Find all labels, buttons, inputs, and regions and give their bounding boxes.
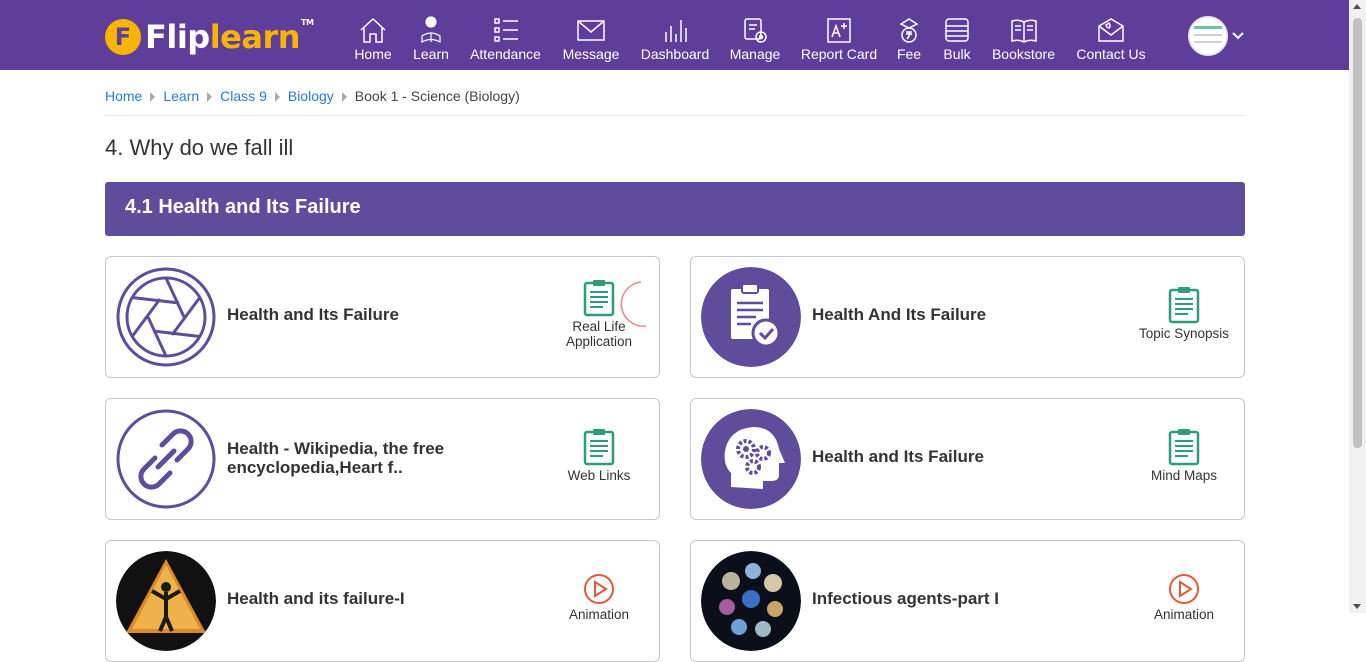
nav-message[interactable]: Message — [562, 16, 620, 66]
breadcrumb-subject[interactable]: Biology — [288, 88, 334, 104]
scroll-thumb[interactable] — [1353, 18, 1362, 448]
nav-attendance[interactable]: Attendance — [468, 16, 543, 66]
page-scrollbar[interactable] — [1349, 0, 1366, 613]
dashboard-icon — [665, 20, 687, 42]
breadcrumb-current: Book 1 - Science (Biology) — [354, 88, 520, 104]
breadcrumb-class[interactable]: Class 9 — [220, 88, 267, 104]
content-card[interactable]: Infectious agents-part I Animation — [690, 540, 1245, 662]
top-navbar: F FliplearnTM Home Learn Attendance Mess… — [0, 0, 1349, 70]
content-card[interactable]: Health and Its Failure Real Life Applica… — [105, 256, 660, 378]
bulk-icon — [945, 18, 969, 42]
card-type-badge: Animation — [1124, 573, 1244, 622]
content-card[interactable]: Health And Its Failure Topic Synopsis — [690, 256, 1245, 378]
breadcrumb: Home Learn Class 9 Biology Book 1 - Scie… — [105, 88, 1245, 116]
message-icon — [577, 20, 605, 41]
chevron-right-icon — [341, 92, 347, 102]
learn-icon — [421, 16, 441, 44]
card-title: Health and its failure-I — [227, 589, 405, 608]
play-icon — [1169, 574, 1199, 604]
microbes-image — [701, 551, 801, 651]
play-icon — [584, 574, 614, 604]
card-title: Health and Its Failure — [227, 305, 399, 324]
card-thumbnail — [116, 267, 216, 367]
nav-report-card[interactable]: Report Card — [801, 16, 877, 66]
contact-icon — [1098, 18, 1124, 42]
head-gears-icon — [701, 409, 801, 509]
section-header[interactable]: 4.1 Health and Its Failure — [105, 182, 1245, 236]
nav-learn[interactable]: Learn — [411, 16, 451, 66]
card-title: Infectious agents-part I — [812, 589, 1000, 608]
card-thumbnail — [701, 551, 801, 651]
logo-text: FliplearnTM — [145, 18, 314, 56]
scroll-down-arrow-icon[interactable] — [1353, 604, 1361, 609]
content-card[interactable]: Health and Its Failure Mind Maps — [690, 398, 1245, 520]
card-thumbnail — [116, 409, 216, 509]
pyramid-figure-image — [116, 551, 216, 651]
nav-home[interactable]: Home — [352, 16, 394, 66]
card-type-badge: Topic Synopsis — [1124, 286, 1244, 341]
card-title: Health and Its Failure — [812, 447, 984, 466]
card-title: Health - Wikipedia, the free encyclopedi… — [227, 439, 445, 477]
card-thumbnail — [701, 267, 801, 367]
card-thumbnail — [116, 551, 216, 651]
nav-dashboard[interactable]: Dashboard — [639, 16, 711, 66]
card-type-badge: Web Links — [539, 428, 659, 483]
chevron-right-icon — [207, 92, 213, 102]
card-title: Health And Its Failure — [812, 305, 987, 324]
checklist-icon — [701, 267, 801, 367]
chevron-right-icon — [150, 92, 156, 102]
clipboard-icon — [1168, 429, 1200, 466]
manage-icon — [744, 18, 767, 43]
bookstore-icon — [1010, 19, 1037, 43]
link-icon — [116, 409, 216, 509]
card-type-badge: Mind Maps — [1124, 428, 1244, 483]
fliplearn-logo[interactable]: F FliplearnTM — [105, 18, 314, 56]
chevron-right-icon — [274, 92, 280, 102]
clipboard-icon — [583, 429, 615, 466]
scroll-up-arrow-icon[interactable] — [1353, 4, 1361, 9]
nav-bookstore[interactable]: Bookstore — [991, 16, 1056, 66]
content-card[interactable]: Health - Wikipedia, the free encyclopedi… — [105, 398, 660, 520]
content-card[interactable]: Health and its failure-I Animation — [105, 540, 660, 662]
chevron-down-icon — [1232, 32, 1244, 40]
home-icon — [360, 17, 386, 43]
chapter-title: 4. Why do we fall ill — [105, 135, 294, 160]
report-card-icon — [827, 18, 851, 43]
breadcrumb-home[interactable]: Home — [105, 88, 142, 104]
card-thumbnail — [701, 409, 801, 509]
attendance-icon — [493, 18, 518, 42]
nav-bulk[interactable]: Bulk — [940, 16, 974, 66]
aperture-icon — [116, 267, 216, 367]
card-type-badge: Animation — [539, 573, 659, 622]
breadcrumb-learn[interactable]: Learn — [163, 88, 199, 104]
nav-fee[interactable]: Fee — [895, 16, 923, 66]
avatar — [1188, 16, 1228, 56]
nav-manage[interactable]: Manage — [729, 16, 781, 66]
fee-icon — [899, 18, 919, 43]
nav-contact-us[interactable]: Contact Us — [1075, 16, 1147, 66]
clipboard-icon — [1168, 287, 1200, 324]
user-menu[interactable] — [1188, 16, 1244, 56]
section-title: 4.1 Health and Its Failure — [125, 196, 361, 218]
loading-spinner-icon — [620, 281, 647, 327]
logo-badge: F — [105, 19, 141, 55]
